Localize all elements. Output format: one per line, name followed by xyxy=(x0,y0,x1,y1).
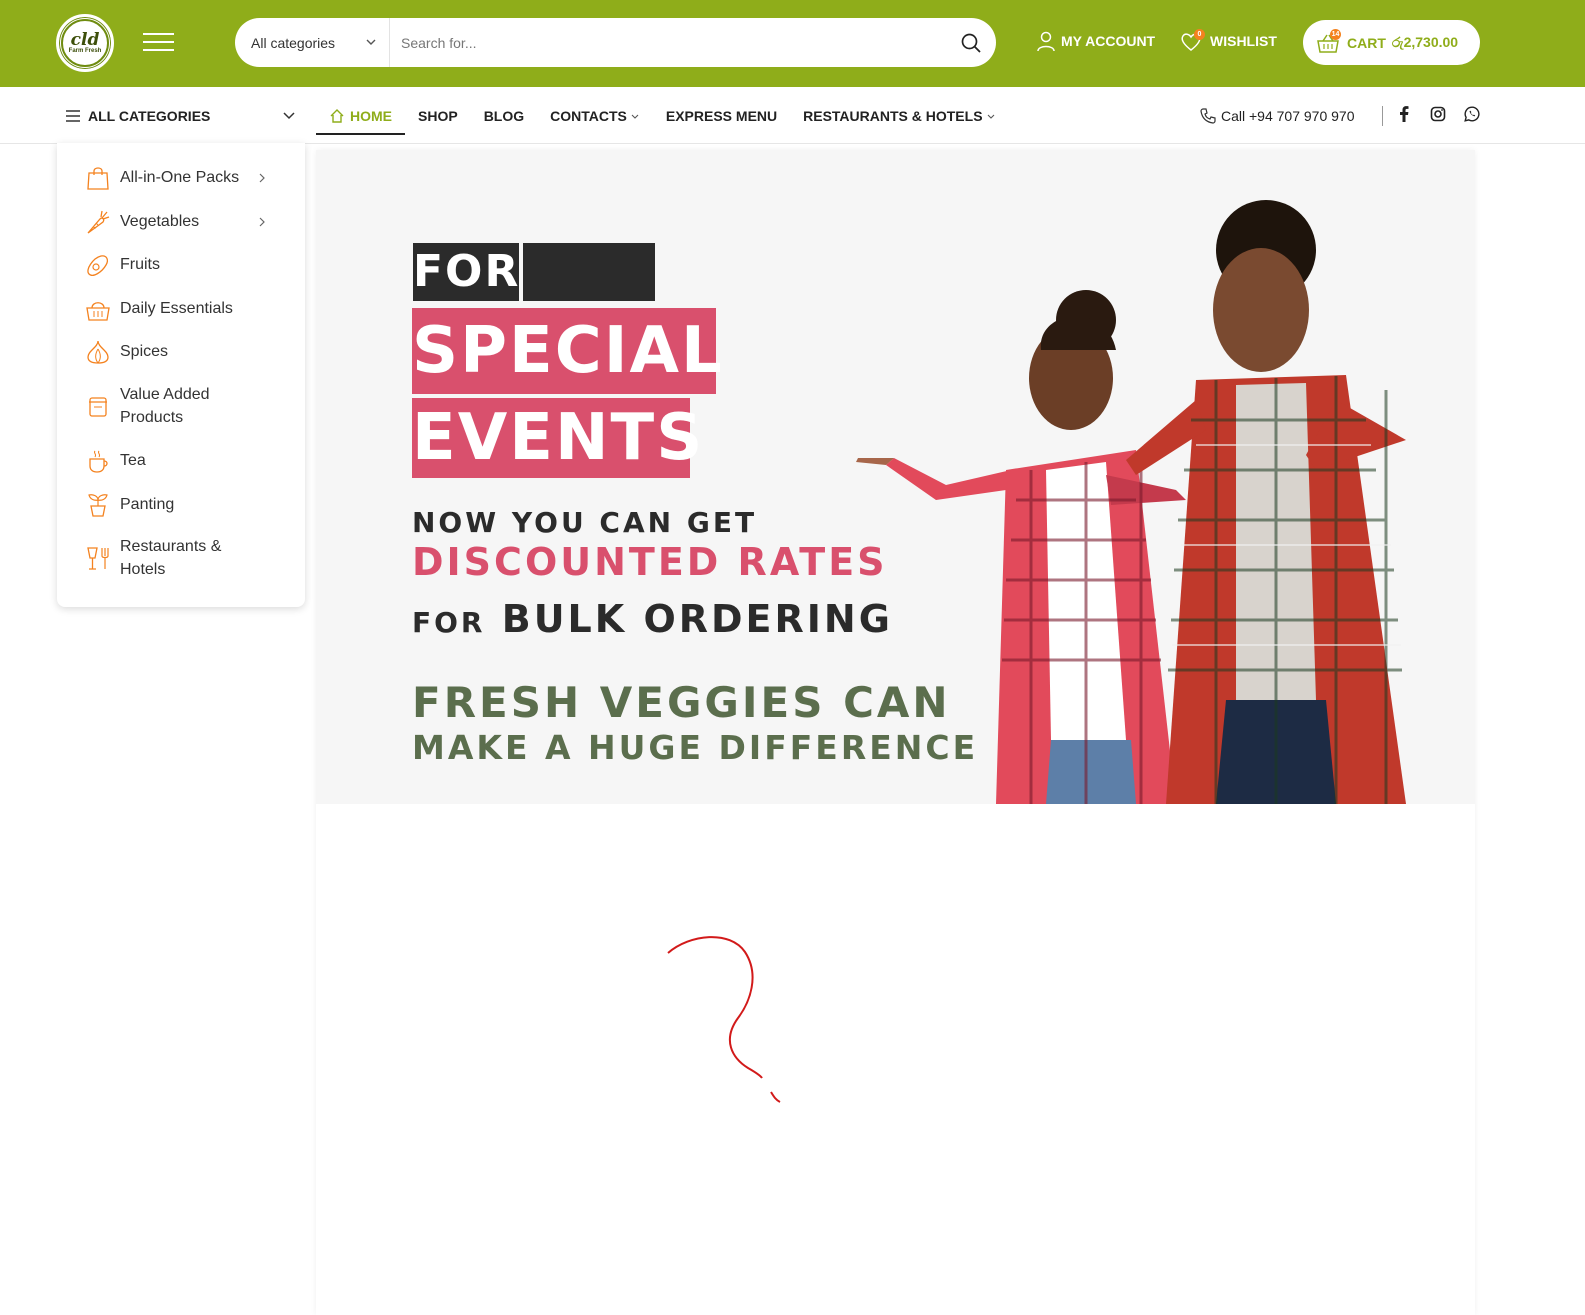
cutlery-icon xyxy=(87,547,109,570)
wishlist-link[interactable]: 0 WISHLIST xyxy=(1180,29,1277,52)
nav-home-label: HOME xyxy=(350,107,392,124)
search-category-label: All categories xyxy=(251,34,336,51)
nav-restaurants-hotels-label: RESTAURANTS & HOTELS xyxy=(803,107,983,124)
sidebar-item-all-in-one-packs[interactable]: All-in-One Packs xyxy=(85,165,295,191)
chevron-right-icon xyxy=(259,217,265,227)
sidebar-item-daily-essentials[interactable]: Daily Essentials xyxy=(85,296,295,322)
shopping-bag-icon xyxy=(87,167,109,190)
sidebar-item-label: Fruits xyxy=(120,256,160,273)
all-categories-label: ALL CATEGORIES xyxy=(88,107,211,124)
nav-shop[interactable]: SHOP xyxy=(405,87,471,144)
my-account-link[interactable]: MY ACCOUNT xyxy=(1035,30,1155,52)
nav-express-menu[interactable]: EXPRESS MENU xyxy=(653,87,790,144)
chevron-down-icon xyxy=(366,39,376,45)
whatsapp-icon xyxy=(1464,106,1480,122)
nav-restaurants-hotels[interactable]: RESTAURANTS & HOTELS xyxy=(790,87,1008,144)
hero-banner[interactable]: FOR YOUR SPECIAL EVENTS NOW YOU CAN GET … xyxy=(316,150,1475,804)
logo-text: cld xyxy=(70,29,100,50)
carrot-icon xyxy=(87,210,110,234)
hero-line-bulk: BULK ORDERING xyxy=(501,597,893,641)
chevron-down-icon xyxy=(631,114,639,119)
sidebar-item-label: Vegetables xyxy=(120,213,200,230)
scribble-annotation-icon xyxy=(667,936,781,1103)
user-icon xyxy=(1037,31,1055,52)
primary-menu: HOME SHOP BLOG CONTACTS EXPRESS MENU RES… xyxy=(316,87,1009,144)
home-icon xyxy=(330,108,344,123)
cart-button[interactable]: 14 CART රු2,730.00 xyxy=(1303,20,1480,65)
garlic-icon xyxy=(87,340,109,364)
list-icon xyxy=(66,109,80,122)
phone-contact[interactable]: Call +94 707 970 970 xyxy=(1200,87,1355,144)
nav-blog[interactable]: BLOG xyxy=(471,87,537,144)
logo-badge: cld Farm Fresh xyxy=(61,19,109,67)
sidebar-item-spices[interactable]: Spices xyxy=(85,339,295,365)
sidebar-item-label: Restaurants & Hotels xyxy=(120,538,222,578)
search-input[interactable] xyxy=(390,18,946,67)
basket-icon xyxy=(86,302,110,321)
nav-contacts-label: CONTACTS xyxy=(550,107,627,124)
sidebar-item-fruits[interactable]: Fruits xyxy=(85,252,295,278)
hero-line-now-you-can-get: NOW YOU CAN GET xyxy=(412,506,758,539)
nav-blog-label: BLOG xyxy=(483,107,525,124)
all-categories-toggle[interactable]: ALL CATEGORIES xyxy=(65,87,300,144)
hero-label-block xyxy=(523,243,655,301)
plant-pot-icon xyxy=(88,494,108,517)
hero-line-bulk-ordering: FOR BULK ORDERING xyxy=(412,597,893,641)
phone-icon xyxy=(1200,107,1216,124)
hero-line-for-your: FOR YOUR xyxy=(413,243,556,355)
nav-contacts[interactable]: CONTACTS xyxy=(537,87,653,144)
phone-number: Call +94 707 970 970 xyxy=(1221,107,1355,124)
hero-line-special: SPECIAL xyxy=(412,308,722,394)
sidebar-item-label: Panting xyxy=(120,496,175,513)
instagram-link[interactable] xyxy=(1428,104,1448,124)
tea-cup-icon xyxy=(89,450,108,473)
facebook-icon xyxy=(1400,106,1409,122)
hero-line-events: EVENTS xyxy=(412,398,702,478)
jar-icon xyxy=(89,397,107,417)
sidebar-item-panting[interactable]: Panting xyxy=(85,492,295,518)
search-category-select[interactable]: All categories xyxy=(235,18,390,67)
search-icon xyxy=(961,33,981,53)
my-account-label: MY ACCOUNT xyxy=(1061,33,1156,49)
hero-line-discounted-rates: DISCOUNTED RATES xyxy=(412,540,888,584)
nav-shop-label: SHOP xyxy=(418,107,458,124)
site-logo[interactable]: cld Farm Fresh xyxy=(56,14,114,72)
sidebar-item-label: Tea xyxy=(120,452,146,469)
facebook-link[interactable] xyxy=(1394,104,1414,124)
sidebar-item-label: Daily Essentials xyxy=(120,300,233,317)
category-sidebar: All-in-One Packs Vegetables Fruits Daily… xyxy=(57,143,305,607)
hero-line-for: FOR xyxy=(412,606,486,639)
sidebar-item-restaurants-hotels[interactable]: Restaurants & Hotels xyxy=(85,535,265,581)
sidebar-item-label: Value Added Products xyxy=(120,386,210,426)
main-navigation-bar: ALL CATEGORIES HOME SHOP BLOG CONTACTS E… xyxy=(0,87,1585,144)
top-header: cld Farm Fresh All categories MY ACCOUNT… xyxy=(0,0,1585,87)
sidebar-item-tea[interactable]: Tea xyxy=(85,448,295,474)
menu-toggle-icon[interactable] xyxy=(143,30,174,54)
nav-express-menu-label: EXPRESS MENU xyxy=(665,107,778,124)
sidebar-item-vegetables[interactable]: Vegetables xyxy=(85,209,295,235)
search-button[interactable] xyxy=(946,18,996,67)
divider xyxy=(1382,106,1383,126)
wishlist-count-badge: 0 xyxy=(1194,29,1205,40)
avocado-icon xyxy=(87,255,108,276)
couple-pointing-image xyxy=(856,200,1406,804)
chevron-down-icon xyxy=(283,112,295,120)
instagram-icon xyxy=(1430,106,1446,122)
search-bar: All categories xyxy=(235,18,996,67)
sidebar-item-label: All-in-One Packs xyxy=(120,169,240,186)
chevron-right-icon xyxy=(259,173,265,183)
sidebar-item-value-added-products[interactable]: Value Added Products xyxy=(85,383,265,429)
cart-total: රු2,730.00 xyxy=(1391,34,1459,50)
logo-subtext: Farm Fresh xyxy=(68,47,102,54)
chevron-down-icon xyxy=(987,114,994,119)
cart-label: CART xyxy=(1347,34,1386,51)
cart-count-badge: 14 xyxy=(1330,28,1341,40)
sidebar-item-label: Spices xyxy=(120,343,169,360)
nav-home[interactable]: HOME xyxy=(316,87,405,144)
whatsapp-link[interactable] xyxy=(1462,104,1482,124)
wishlist-label: WISHLIST xyxy=(1210,33,1277,49)
